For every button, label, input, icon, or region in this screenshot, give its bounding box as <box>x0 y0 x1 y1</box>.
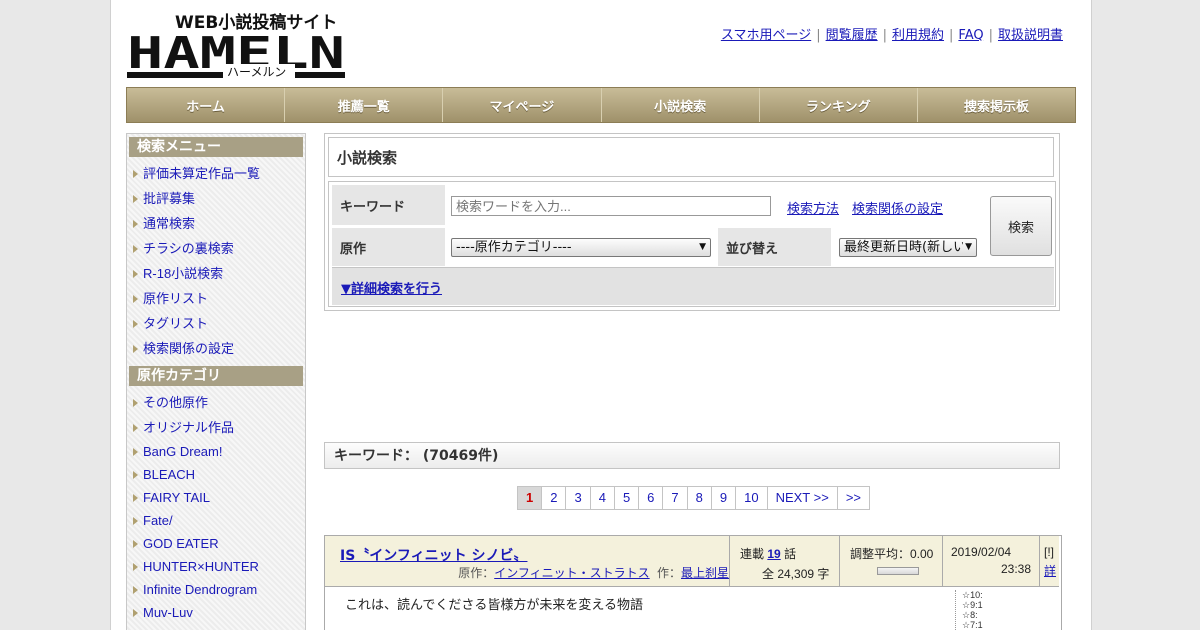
nav-recommend[interactable]: 推薦一覧 <box>285 88 444 122</box>
episodes-link[interactable]: 19 <box>767 547 780 561</box>
author-label: 作： <box>656 566 681 580</box>
link-history[interactable]: 閲覧履歴 <box>826 28 878 43</box>
sort-select[interactable]: 最終更新日時(新しい ▼ <box>839 238 977 257</box>
keyword-input[interactable] <box>451 196 771 216</box>
category-item[interactable]: その他原作 <box>127 390 305 415</box>
result-heading: キーワード： (70469件) <box>324 442 1060 469</box>
novel-update: 2019/02/04 23:38 <box>942 536 1039 586</box>
star-row: ☆8: <box>962 610 978 620</box>
genre-select[interactable]: ----原作カテゴリ---- ▼ <box>451 238 711 257</box>
sidebar-item-unrated[interactable]: 評価未算定作品一覧 <box>127 161 305 186</box>
page-link[interactable]: 8 <box>688 487 712 509</box>
search-panel: 小説検索 キーワード 検索方法 検索関係の設定 原作 ----原作カテゴリ---… <box>324 133 1060 311</box>
page-link[interactable]: 2 <box>542 487 567 509</box>
novel-header: IS〝インフィニット シノビ〟 原作：インフィニット・ストラトス 作：最上刹星 … <box>325 536 1059 587</box>
nav-ranking[interactable]: ランキング <box>760 88 918 122</box>
novel-episodes: 連載 19 話 全 24,309 字 <box>729 536 839 586</box>
search-method-link[interactable]: 検索方法 <box>787 198 839 217</box>
sort-label: 並び替え <box>718 228 831 266</box>
search-title: 小説検索 <box>328 137 1054 177</box>
nav-home[interactable]: ホーム <box>127 88 286 122</box>
report-flag[interactable]: [!] <box>1044 545 1059 559</box>
genre-label: 原作 <box>332 228 445 266</box>
category-item[interactable]: BLEACH <box>127 463 305 486</box>
search-button[interactable]: 検索 <box>990 196 1052 256</box>
sidebar-item-normal-search[interactable]: 通常検索 <box>127 211 305 236</box>
rating-text: 調整平均：0.00 <box>850 547 934 561</box>
sidebar-item-chirashi-search[interactable]: チラシの裏検索 <box>127 236 305 261</box>
genre-select-value: ----原作カテゴリ---- <box>456 240 572 255</box>
sidebar: 検索メニュー 評価未算定作品一覧 批評募集 通常検索 チラシの裏検索 R-18小… <box>126 133 306 630</box>
sidebar-item-search-settings[interactable]: 検索関係の設定 <box>127 336 305 361</box>
author-link[interactable]: 最上刹星 <box>681 566 729 580</box>
chevron-down-icon: ▼ <box>963 239 972 256</box>
sidebar-item-original-list[interactable]: 原作リスト <box>127 286 305 311</box>
novel-entry: IS〝インフィニット シノビ〟 原作：インフィニット・ストラトス 作：最上刹星 … <box>324 535 1062 630</box>
link-terms[interactable]: 利用規約 <box>892 28 944 43</box>
page-link[interactable]: 7 <box>663 487 688 509</box>
nav-mypage[interactable]: マイページ <box>443 88 602 122</box>
category-item[interactable]: FAIRY TAIL <box>127 486 305 509</box>
link-faq[interactable]: FAQ <box>958 28 983 43</box>
category-item[interactable]: HUNTER×HUNTER <box>127 555 305 578</box>
page-link[interactable]: 6 <box>639 487 664 509</box>
episodes-unit: 話 <box>784 547 797 561</box>
page-current: 1 <box>518 487 543 509</box>
novel-description: これは、読んでくださる皆様方が未来を変える物語 <box>345 598 643 613</box>
site-logo[interactable]: WEB小説投稿サイト HAMELN ハーメルン <box>127 10 347 80</box>
category-item[interactable]: Fate/ <box>127 509 305 532</box>
link-smartphone[interactable]: スマホ用ページ <box>721 28 811 43</box>
category-item[interactable]: Muv-Luv <box>127 601 305 624</box>
novel-title[interactable]: IS〝インフィニット シノビ〟 <box>340 545 527 565</box>
sort-select-value: 最終更新日時(新しい <box>844 240 967 255</box>
category-item[interactable]: オリジナル作品 <box>127 415 305 440</box>
update-time: 23:38 <box>1000 562 1031 576</box>
page-link[interactable]: 5 <box>615 487 640 509</box>
pagination: 1 2 3 4 5 6 7 8 9 10 NEXT >> >> <box>517 486 870 510</box>
detail-link[interactable]: 詳 <box>1044 562 1059 579</box>
main-nav: ホーム 推薦一覧 マイページ 小説検索 ランキング 捜索掲示板 <box>126 87 1076 123</box>
rating-bar <box>877 567 919 575</box>
keyword-label: キーワード <box>332 185 445 225</box>
novel-actions: [!] 詳 <box>1039 536 1059 586</box>
update-date: 2019/02/04 <box>951 545 1012 559</box>
detail-search-row: ▼詳細検索を行う <box>332 267 1054 305</box>
sidebar-item-critique[interactable]: 批評募集 <box>127 186 305 211</box>
original-link[interactable]: インフィニット・ストラトス <box>494 566 649 580</box>
page-link[interactable]: 10 <box>736 487 768 509</box>
original-label: 原作： <box>458 566 495 580</box>
chevron-down-icon: ▼ <box>699 242 706 252</box>
logo-kana: ハーメルン <box>227 65 286 79</box>
detail-search-link[interactable]: ▼詳細検索を行う <box>341 278 442 297</box>
search-settings-link[interactable]: 検索関係の設定 <box>852 198 943 217</box>
page-last[interactable]: >> <box>838 487 869 509</box>
char-count: 全 24,309 字 <box>762 567 830 581</box>
page-link[interactable]: 4 <box>591 487 615 509</box>
page: WEB小説投稿サイト HAMELN ハーメルン スマホ用ページ | 閲覧履歴 | 利用規… <box>110 0 1092 630</box>
link-manual[interactable]: 取扱説明書 <box>998 28 1063 43</box>
serial-label: 連載 <box>740 547 765 561</box>
nav-board[interactable]: 捜索掲示板 <box>918 88 1075 122</box>
page-link[interactable]: 3 <box>566 487 591 509</box>
nav-search[interactable]: 小説検索 <box>602 88 760 122</box>
logo-icon: WEB小説投稿サイト HAMELN ハーメルン <box>127 12 345 79</box>
sidebar-item-tag-list[interactable]: タグリスト <box>127 311 305 336</box>
star-breakdown: ☆10: ☆9:1 ☆8: ☆7:1 <box>955 590 1059 630</box>
star-row: ☆9:1 <box>962 600 983 610</box>
star-row: ☆7:1 <box>962 620 983 630</box>
sidebar-item-r18-search[interactable]: R-18小説検索 <box>127 261 305 286</box>
category-item[interactable]: Infinite Dendrogram <box>127 578 305 601</box>
category-item[interactable]: BanG Dream! <box>127 440 305 463</box>
search-form: キーワード 検索方法 検索関係の設定 原作 ----原作カテゴリ---- ▼ 並… <box>328 181 1056 307</box>
page-next[interactable]: NEXT >> <box>768 487 838 509</box>
sidebar-menu-title: 検索メニュー <box>129 137 303 157</box>
novel-meta: 原作：インフィニット・ストラトス 作：最上刹星 <box>458 564 729 581</box>
category-item[interactable]: GOD EATER <box>127 532 305 555</box>
novel-rating: 調整平均：0.00 <box>839 536 942 586</box>
top-links: スマホ用ページ | 閲覧履歴 | 利用規約 | FAQ | 取扱説明書 <box>720 28 1063 43</box>
sidebar-category-title: 原作カテゴリ <box>129 366 303 386</box>
page-link[interactable]: 9 <box>712 487 737 509</box>
star-row: ☆10: <box>962 590 983 600</box>
